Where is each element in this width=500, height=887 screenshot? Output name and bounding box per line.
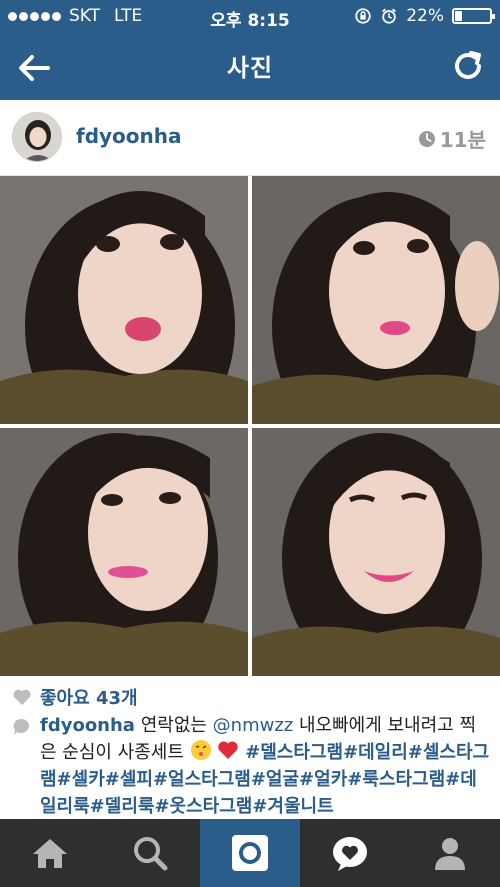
likes-count: 좋아요 43개 — [40, 688, 138, 709]
refresh-icon[interactable] — [450, 48, 486, 84]
red-heart-emoji-icon — [218, 741, 239, 759]
photo-tile-kiss — [0, 176, 248, 424]
heart-icon — [13, 689, 31, 705]
post-timestamp: 11분 — [418, 124, 486, 153]
avatar[interactable] — [12, 112, 62, 162]
tab-home[interactable] — [0, 819, 100, 887]
tab-camera[interactable] — [200, 819, 300, 887]
camera-icon — [232, 835, 268, 871]
post-header: fdyoonha 11분 — [0, 100, 500, 176]
rotation-lock-icon — [355, 8, 371, 24]
photo-tile-neutral — [0, 428, 248, 676]
alarm-icon — [382, 8, 397, 24]
status-right: 22% — [354, 6, 495, 26]
page-title: 사진 — [226, 54, 274, 82]
post-username[interactable]: fdyoonha — [76, 124, 182, 148]
caption-text: fdyoonha 연락없는 @nmwzz 내오빠에게 보내려고 찍은 순심이 사… — [40, 712, 492, 820]
tab-bar — [0, 819, 500, 887]
top-bar: SKT LTE 오후 8:15 22% 사진 — [0, 0, 500, 100]
home-icon — [33, 839, 67, 868]
photo-tile-surprised — [252, 176, 500, 424]
battery-icon — [452, 8, 495, 24]
kiss-emoji-icon — [190, 740, 211, 760]
caption-part1: 연락없는 — [140, 715, 213, 736]
profile-icon — [435, 838, 465, 870]
caption: fdyoonha 연락없는 @nmwzz 내오빠에게 보내려고 찍은 순심이 사… — [12, 712, 492, 820]
search-icon — [134, 837, 168, 871]
clock-icon — [418, 130, 435, 147]
battery-fill — [455, 11, 462, 21]
comment-icon — [13, 718, 30, 735]
tab-activity[interactable] — [300, 819, 400, 887]
photo-tile-smile — [252, 428, 500, 676]
tab-search[interactable] — [100, 819, 200, 887]
heart-bubble-icon — [333, 837, 367, 871]
caption-mention[interactable]: @nmwzz — [213, 715, 294, 736]
battery-percent: 22% — [406, 6, 444, 26]
caption-username[interactable]: fdyoonha — [40, 715, 135, 736]
nav-bar: 사진 — [0, 34, 500, 100]
tab-profile[interactable] — [400, 819, 500, 887]
avatar-image — [13, 113, 61, 161]
post-photo[interactable] — [0, 176, 500, 676]
time-ago: 11분 — [439, 128, 486, 152]
likes-row[interactable]: 좋아요 43개 — [12, 684, 138, 710]
status-bar: SKT LTE 오후 8:15 22% — [0, 0, 500, 34]
